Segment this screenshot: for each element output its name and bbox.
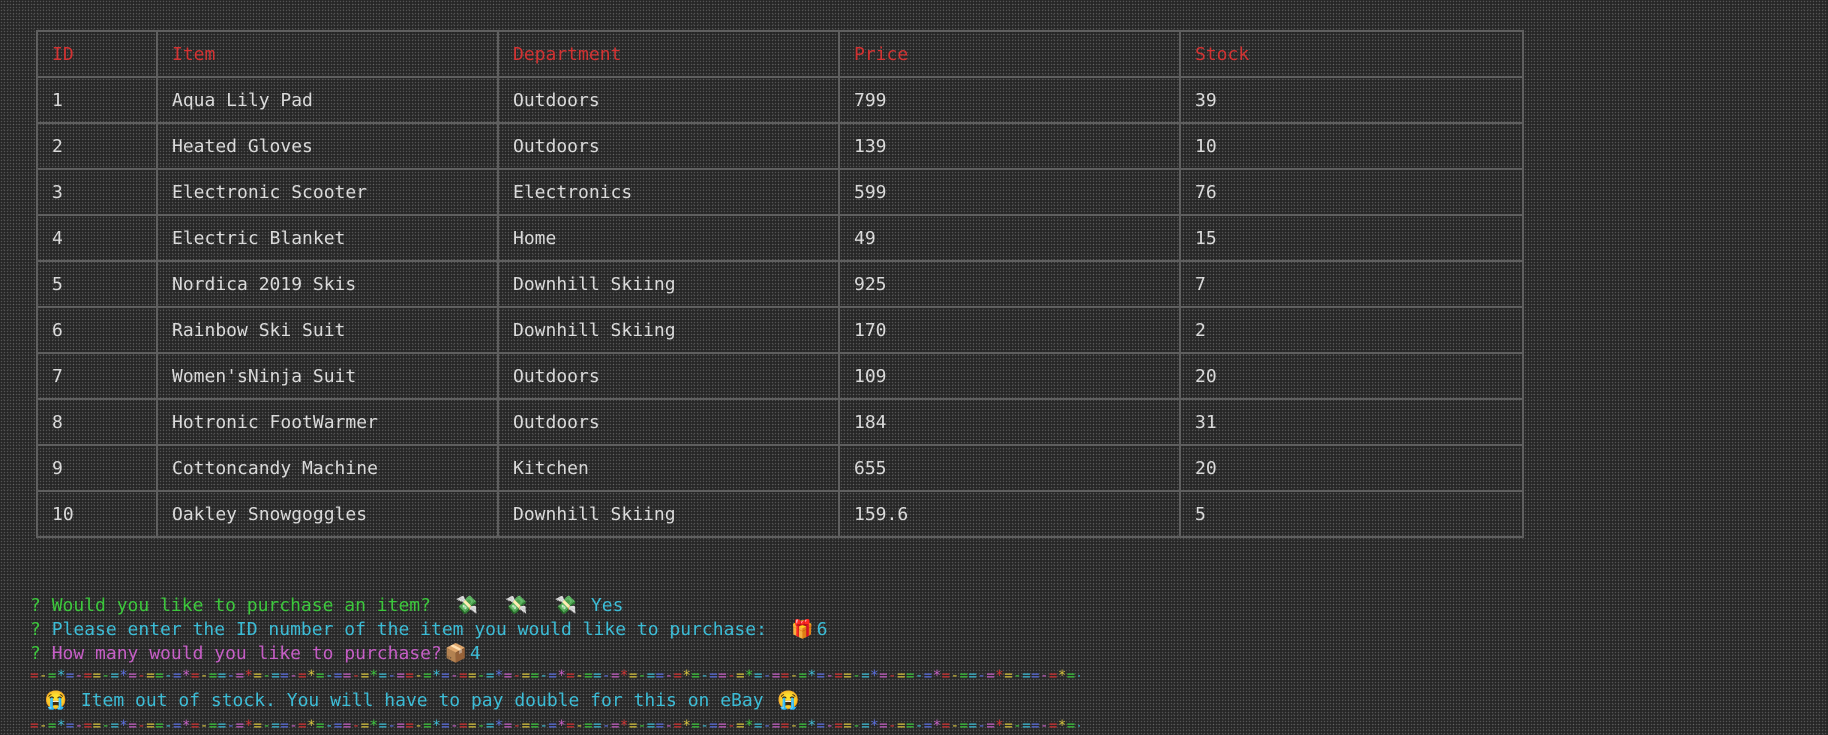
cell-item: Aqua Lily Pad xyxy=(156,76,499,124)
cell-item: Oakley Snowgoggles xyxy=(156,490,499,538)
crying-face-icon: 😭 xyxy=(777,690,800,711)
cell-stock: 7 xyxy=(1179,260,1524,308)
cell-id: 8 xyxy=(36,398,158,446)
cell-department: Electronics xyxy=(497,168,840,216)
products-table: ID Item Department Price Stock 1 Aqua Li… xyxy=(36,30,1524,538)
cell-item: Nordica 2019 Skis xyxy=(156,260,499,308)
cell-item: Heated Gloves xyxy=(156,122,499,170)
quantity-question: How many would you like to purchase? xyxy=(51,643,442,664)
cell-department: Home xyxy=(497,214,840,262)
cell-price: 925 xyxy=(838,260,1181,308)
cell-item: Electronic Scooter xyxy=(156,168,499,216)
cell-price: 655 xyxy=(838,444,1181,492)
cell-department: Downhill Skiing xyxy=(497,490,840,538)
cell-id: 6 xyxy=(36,306,158,354)
out-of-stock-text: Item out of stock. You will have to pay … xyxy=(80,690,764,711)
purchase-answer: Yes xyxy=(590,595,624,616)
cell-stock: 20 xyxy=(1179,444,1524,492)
cell-department: Outdoors xyxy=(497,76,840,124)
gift-icon: 🎁 xyxy=(791,619,814,640)
cell-department: Downhill Skiing xyxy=(497,260,840,308)
cell-price: 170 xyxy=(838,306,1181,354)
cell-id: 4 xyxy=(36,214,158,262)
id-answer[interactable]: 6 xyxy=(817,619,828,640)
cell-id: 9 xyxy=(36,444,158,492)
cell-price: 49 xyxy=(838,214,1181,262)
cell-item: Electric Blanket xyxy=(156,214,499,262)
id-question: Please enter the ID number of the item y… xyxy=(51,619,767,640)
cell-id: 7 xyxy=(36,352,158,400)
cell-id: 1 xyxy=(36,76,158,124)
package-icon: 📦 xyxy=(444,643,468,664)
table-row: 10 Oakley Snowgoggles Downhill Skiing 15… xyxy=(36,490,1524,538)
quantity-prompt-line: ? How many would you like to purchase? 📦 4 xyxy=(30,642,1080,666)
table-header-row: ID Item Department Price Stock xyxy=(36,30,1524,78)
cell-item: Hotronic FootWarmer xyxy=(156,398,499,446)
cell-item: Rainbow Ski Suit xyxy=(156,306,499,354)
quantity-answer[interactable]: 4 xyxy=(470,643,481,664)
out-of-stock-message: 😭 Item out of stock. You will have to pa… xyxy=(30,686,1080,716)
money-wings-icon: 💸 xyxy=(554,595,578,616)
cell-id: 5 xyxy=(36,260,158,308)
cell-department: Outdoors xyxy=(497,398,840,446)
cell-stock: 39 xyxy=(1179,76,1524,124)
table-row: 2 Heated Gloves Outdoors 139 10 xyxy=(36,122,1524,170)
cell-price: 139 xyxy=(838,122,1181,170)
cell-stock: 31 xyxy=(1179,398,1524,446)
cell-department: Kitchen xyxy=(497,444,840,492)
money-wings-icon: 💸 xyxy=(455,595,478,616)
column-header-department: Department xyxy=(497,30,840,78)
table-row: 9 Cottoncandy Machine Kitchen 655 20 xyxy=(36,444,1524,492)
cell-item: Cottoncandy Machine xyxy=(156,444,499,492)
cell-price: 109 xyxy=(838,352,1181,400)
cell-id: 3 xyxy=(36,168,158,216)
column-header-id: ID xyxy=(36,30,158,78)
cell-stock: 2 xyxy=(1179,306,1524,354)
table-row: 5 Nordica 2019 Skis Downhill Skiing 925 … xyxy=(36,260,1524,308)
cell-id: 2 xyxy=(36,122,158,170)
cell-stock: 20 xyxy=(1179,352,1524,400)
cell-stock: 5 xyxy=(1179,490,1524,538)
table-row: 3 Electronic Scooter Electronics 599 76 xyxy=(36,168,1524,216)
table-row: 8 Hotronic FootWarmer Outdoors 184 31 xyxy=(36,398,1524,446)
id-prompt-line: ? Please enter the ID number of the item… xyxy=(30,618,1080,642)
cell-price: 799 xyxy=(838,76,1181,124)
column-header-stock: Stock xyxy=(1179,30,1524,78)
cell-stock: 15 xyxy=(1179,214,1524,262)
question-mark: ? xyxy=(30,643,41,664)
question-mark: ? xyxy=(30,619,41,640)
prompt-area: ? Would you like to purchase an item? 💸 … xyxy=(30,594,1080,735)
question-mark: ? xyxy=(30,595,41,616)
column-header-item: Item xyxy=(156,30,499,78)
separator-bottom: =-=*=-==-=*=-==-=*=-==-=*=-==-=*=-==-=*=… xyxy=(30,718,1080,734)
money-wings-icon: 💸 xyxy=(505,595,528,616)
cell-department: Outdoors xyxy=(497,122,840,170)
terminal-window: ID Item Department Price Stock 1 Aqua Li… xyxy=(0,0,1828,735)
crying-face-icon: 😭 xyxy=(44,690,68,711)
table-row: 7 Women'sNinja Suit Outdoors 109 20 xyxy=(36,352,1524,400)
purchase-question: Would you like to purchase an item? xyxy=(51,595,431,616)
cell-stock: 10 xyxy=(1179,122,1524,170)
purchase-prompt-line: ? Would you like to purchase an item? 💸 … xyxy=(30,594,1080,618)
separator-top: =-=*=-==-=*=-==-=*=-==-=*=-==-=*=-==-=*=… xyxy=(30,668,1080,684)
cell-item: Women'sNinja Suit xyxy=(156,352,499,400)
cell-id: 10 xyxy=(36,490,158,538)
table-row: 6 Rainbow Ski Suit Downhill Skiing 170 2 xyxy=(36,306,1524,354)
cell-department: Outdoors xyxy=(497,352,840,400)
cell-price: 159.6 xyxy=(838,490,1181,538)
cell-stock: 76 xyxy=(1179,168,1524,216)
column-header-price: Price xyxy=(838,30,1181,78)
cell-price: 184 xyxy=(838,398,1181,446)
cell-price: 599 xyxy=(838,168,1181,216)
table-row: 4 Electric Blanket Home 49 15 xyxy=(36,214,1524,262)
cell-department: Downhill Skiing xyxy=(497,306,840,354)
table-row: 1 Aqua Lily Pad Outdoors 799 39 xyxy=(36,76,1524,124)
